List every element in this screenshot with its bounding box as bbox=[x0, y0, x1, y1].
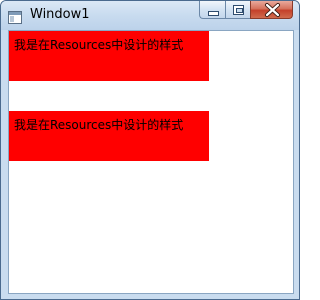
minimize-icon bbox=[208, 11, 219, 16]
caption-buttons bbox=[199, 1, 293, 20]
window-client-area: 我是在Resources中设计的样式 我是在Resources中设计的样式 bbox=[8, 30, 294, 294]
minimize-button[interactable] bbox=[199, 1, 225, 19]
window-app-icon[interactable] bbox=[8, 9, 22, 24]
maximize-icon bbox=[233, 5, 244, 15]
application-window: Window1 我是在Resources中设计的样式 我是在Resources中… bbox=[0, 0, 300, 300]
maximize-button[interactable] bbox=[225, 1, 250, 19]
window-title: Window1 bbox=[30, 7, 90, 22]
styled-text-block: 我是在Resources中设计的样式 bbox=[9, 111, 209, 161]
close-icon bbox=[251, 1, 294, 19]
close-button[interactable] bbox=[250, 1, 293, 19]
title-bar[interactable]: Window1 bbox=[1, 1, 299, 30]
styled-text-block: 我是在Resources中设计的样式 bbox=[9, 31, 209, 81]
